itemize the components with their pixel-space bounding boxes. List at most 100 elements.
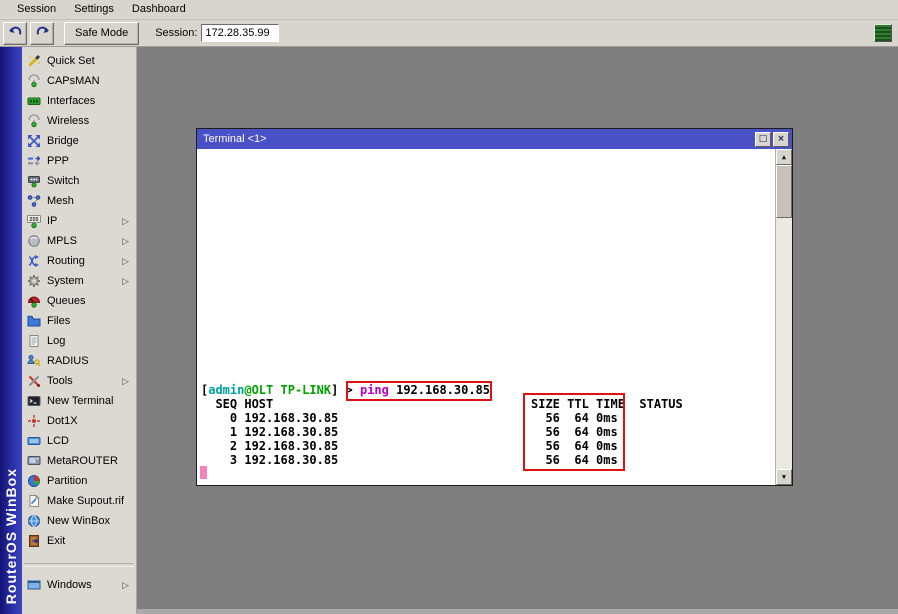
- terminal-content[interactable]: [admin@OLT TP-LINK] > ping 192.168.30.85…: [197, 149, 792, 485]
- switch-box-icon: [26, 174, 41, 189]
- sidebar-item-partition[interactable]: Partition: [22, 471, 136, 491]
- sidebar-item-metarouter[interactable]: MetaROUTER: [22, 451, 136, 471]
- sidebar-item-new-winbox[interactable]: New WinBox: [22, 511, 136, 531]
- sidebar-item-radius[interactable]: RADIUS: [22, 351, 136, 371]
- menu-dashboard[interactable]: Dashboard: [123, 1, 195, 18]
- antenna-icon: [26, 74, 41, 89]
- sidebar-item-label: Routing: [47, 255, 122, 267]
- terminal-screen-icon: [26, 394, 41, 409]
- sidebar-divider: [24, 563, 134, 567]
- brand-text: RouterOS WinBox: [3, 458, 19, 614]
- gauge-icon: [26, 294, 41, 309]
- sidebar-item-label: Log: [47, 335, 136, 347]
- brand-strip: RouterOS WinBox: [0, 47, 22, 614]
- terminal-scrollbar[interactable]: ▲ ▼: [775, 149, 792, 485]
- globe-icon: [26, 514, 41, 529]
- crosshair-icon: [26, 414, 41, 429]
- sidebar-item-label: Switch: [47, 175, 136, 187]
- ping-row-host: 0 192.168.30.85: [201, 411, 338, 425]
- sidebar-item-windows[interactable]: Windows ▷: [22, 575, 136, 595]
- sidebar-item-label: Exit: [47, 535, 136, 547]
- sidebar-item-label: Files: [47, 315, 136, 327]
- sidebar-item-label: IP: [47, 215, 122, 227]
- mesh-nodes-icon: [26, 194, 41, 209]
- sidebar-item-label: Mesh: [47, 195, 136, 207]
- sidebar-item-label: RADIUS: [47, 355, 136, 367]
- sidebar-item-queues[interactable]: Queues: [22, 291, 136, 311]
- terminal-cursor: [200, 466, 207, 479]
- sidebar-item-label: Queues: [47, 295, 136, 307]
- undo-button[interactable]: [3, 22, 27, 45]
- sidebar-item-exit[interactable]: Exit: [22, 531, 136, 551]
- sidebar-item-mpls[interactable]: MPLS ▷: [22, 231, 136, 251]
- terminal-title: Terminal <1>: [203, 133, 755, 145]
- submenu-arrow-icon: ▷: [122, 376, 136, 387]
- maximize-icon: □: [759, 135, 768, 144]
- sidebar-item-label: Make Supout.rif: [47, 495, 136, 507]
- sidebar-item-mesh[interactable]: Mesh: [22, 191, 136, 211]
- ppp-links-icon: [26, 154, 41, 169]
- sidebar-item-label: Quick Set: [47, 55, 136, 67]
- sidebar-item-label: System: [47, 275, 122, 287]
- monitor-icon: [26, 454, 41, 469]
- safe-mode-button[interactable]: Safe Mode: [64, 22, 139, 45]
- sidebar-item-label: Dot1X: [47, 415, 136, 427]
- sidebar-item-label: Bridge: [47, 135, 136, 147]
- antenna-icon: [26, 114, 41, 129]
- sidebar-item-ip[interactable]: 255 IP ▷: [22, 211, 136, 231]
- sidebar-item-switch[interactable]: Switch: [22, 171, 136, 191]
- sidebar-item-new-terminal[interactable]: New Terminal: [22, 391, 136, 411]
- prompt-host: @OLT TP-LINK: [244, 383, 331, 397]
- terminal-titlebar[interactable]: Terminal <1> □ ×: [197, 129, 792, 149]
- pie-disk-icon: [26, 474, 41, 489]
- menu-session[interactable]: Session: [8, 1, 65, 18]
- sidebar-item-lcd[interactable]: LCD: [22, 431, 136, 451]
- magic-wand-icon: [26, 54, 41, 69]
- lcd-screen-icon: [26, 434, 41, 449]
- sidebar-item-tools[interactable]: Tools ▷: [22, 371, 136, 391]
- redo-button[interactable]: [30, 22, 54, 45]
- svg-text:255: 255: [29, 217, 38, 223]
- sidebar-item-label: Partition: [47, 475, 136, 487]
- sidebar-item-label: MetaROUTER: [47, 455, 136, 467]
- annotation-box-ping-results: [523, 393, 625, 471]
- sidebar-item-files[interactable]: Files: [22, 311, 136, 331]
- scrollbar-thumb[interactable]: [776, 165, 792, 218]
- ping-row-host: 2 192.168.30.85: [201, 439, 338, 453]
- sidebar-item-label: CAPsMAN: [47, 75, 136, 87]
- sidebar-item-interfaces[interactable]: Interfaces: [22, 91, 136, 111]
- undo-icon: [8, 24, 23, 42]
- interface-card-icon: [26, 94, 41, 109]
- winbox-app: { "menubar": { "items": [ {"label": "Ses…: [0, 0, 898, 613]
- sidebar-item-capsman[interactable]: CAPsMAN: [22, 71, 136, 91]
- sidebar-item-routing[interactable]: Routing ▷: [22, 251, 136, 271]
- sidebar-item-dot1x[interactable]: Dot1X: [22, 411, 136, 431]
- scroll-down-button[interactable]: ▼: [776, 469, 792, 485]
- sidebar-item-ppp[interactable]: PPP: [22, 151, 136, 171]
- sidebar-item-label: LCD: [47, 435, 136, 447]
- sidebar-item-bridge[interactable]: Bridge: [22, 131, 136, 151]
- gear-icon: [26, 274, 41, 289]
- sidebar-item-quick-set[interactable]: Quick Set: [22, 51, 136, 71]
- sidebar-item-label: MPLS: [47, 235, 122, 247]
- session-input[interactable]: [201, 24, 279, 42]
- menu-settings[interactable]: Settings: [65, 1, 123, 18]
- sidebar-item-label: New Terminal: [47, 395, 136, 407]
- sidebar-item-wireless[interactable]: Wireless: [22, 111, 136, 131]
- ping-header-left: SEQ HOST: [201, 397, 273, 411]
- redo-icon: [35, 24, 50, 42]
- sidebar-item-system[interactable]: System ▷: [22, 271, 136, 291]
- routing-arrows-icon: [26, 254, 41, 269]
- sidebar-item-log[interactable]: Log: [22, 331, 136, 351]
- terminal-window: Terminal <1> □ × [admin@OLT TP-LINK] > p…: [196, 128, 793, 486]
- sidebar-item-make-supout[interactable]: Make Supout.rif: [22, 491, 136, 511]
- ip-255-icon: 255: [26, 214, 41, 229]
- submenu-arrow-icon: ▷: [122, 580, 136, 591]
- scroll-up-button[interactable]: ▲: [776, 149, 792, 165]
- sidebar-item-label: Interfaces: [47, 95, 136, 107]
- close-button[interactable]: ×: [773, 132, 789, 147]
- sidebar: Quick Set CAPsMAN Interfaces Wireless Br…: [22, 47, 137, 614]
- maximize-button[interactable]: □: [755, 132, 771, 147]
- sidebar-item-label: Windows: [47, 579, 122, 591]
- document-pen-icon: [26, 494, 41, 509]
